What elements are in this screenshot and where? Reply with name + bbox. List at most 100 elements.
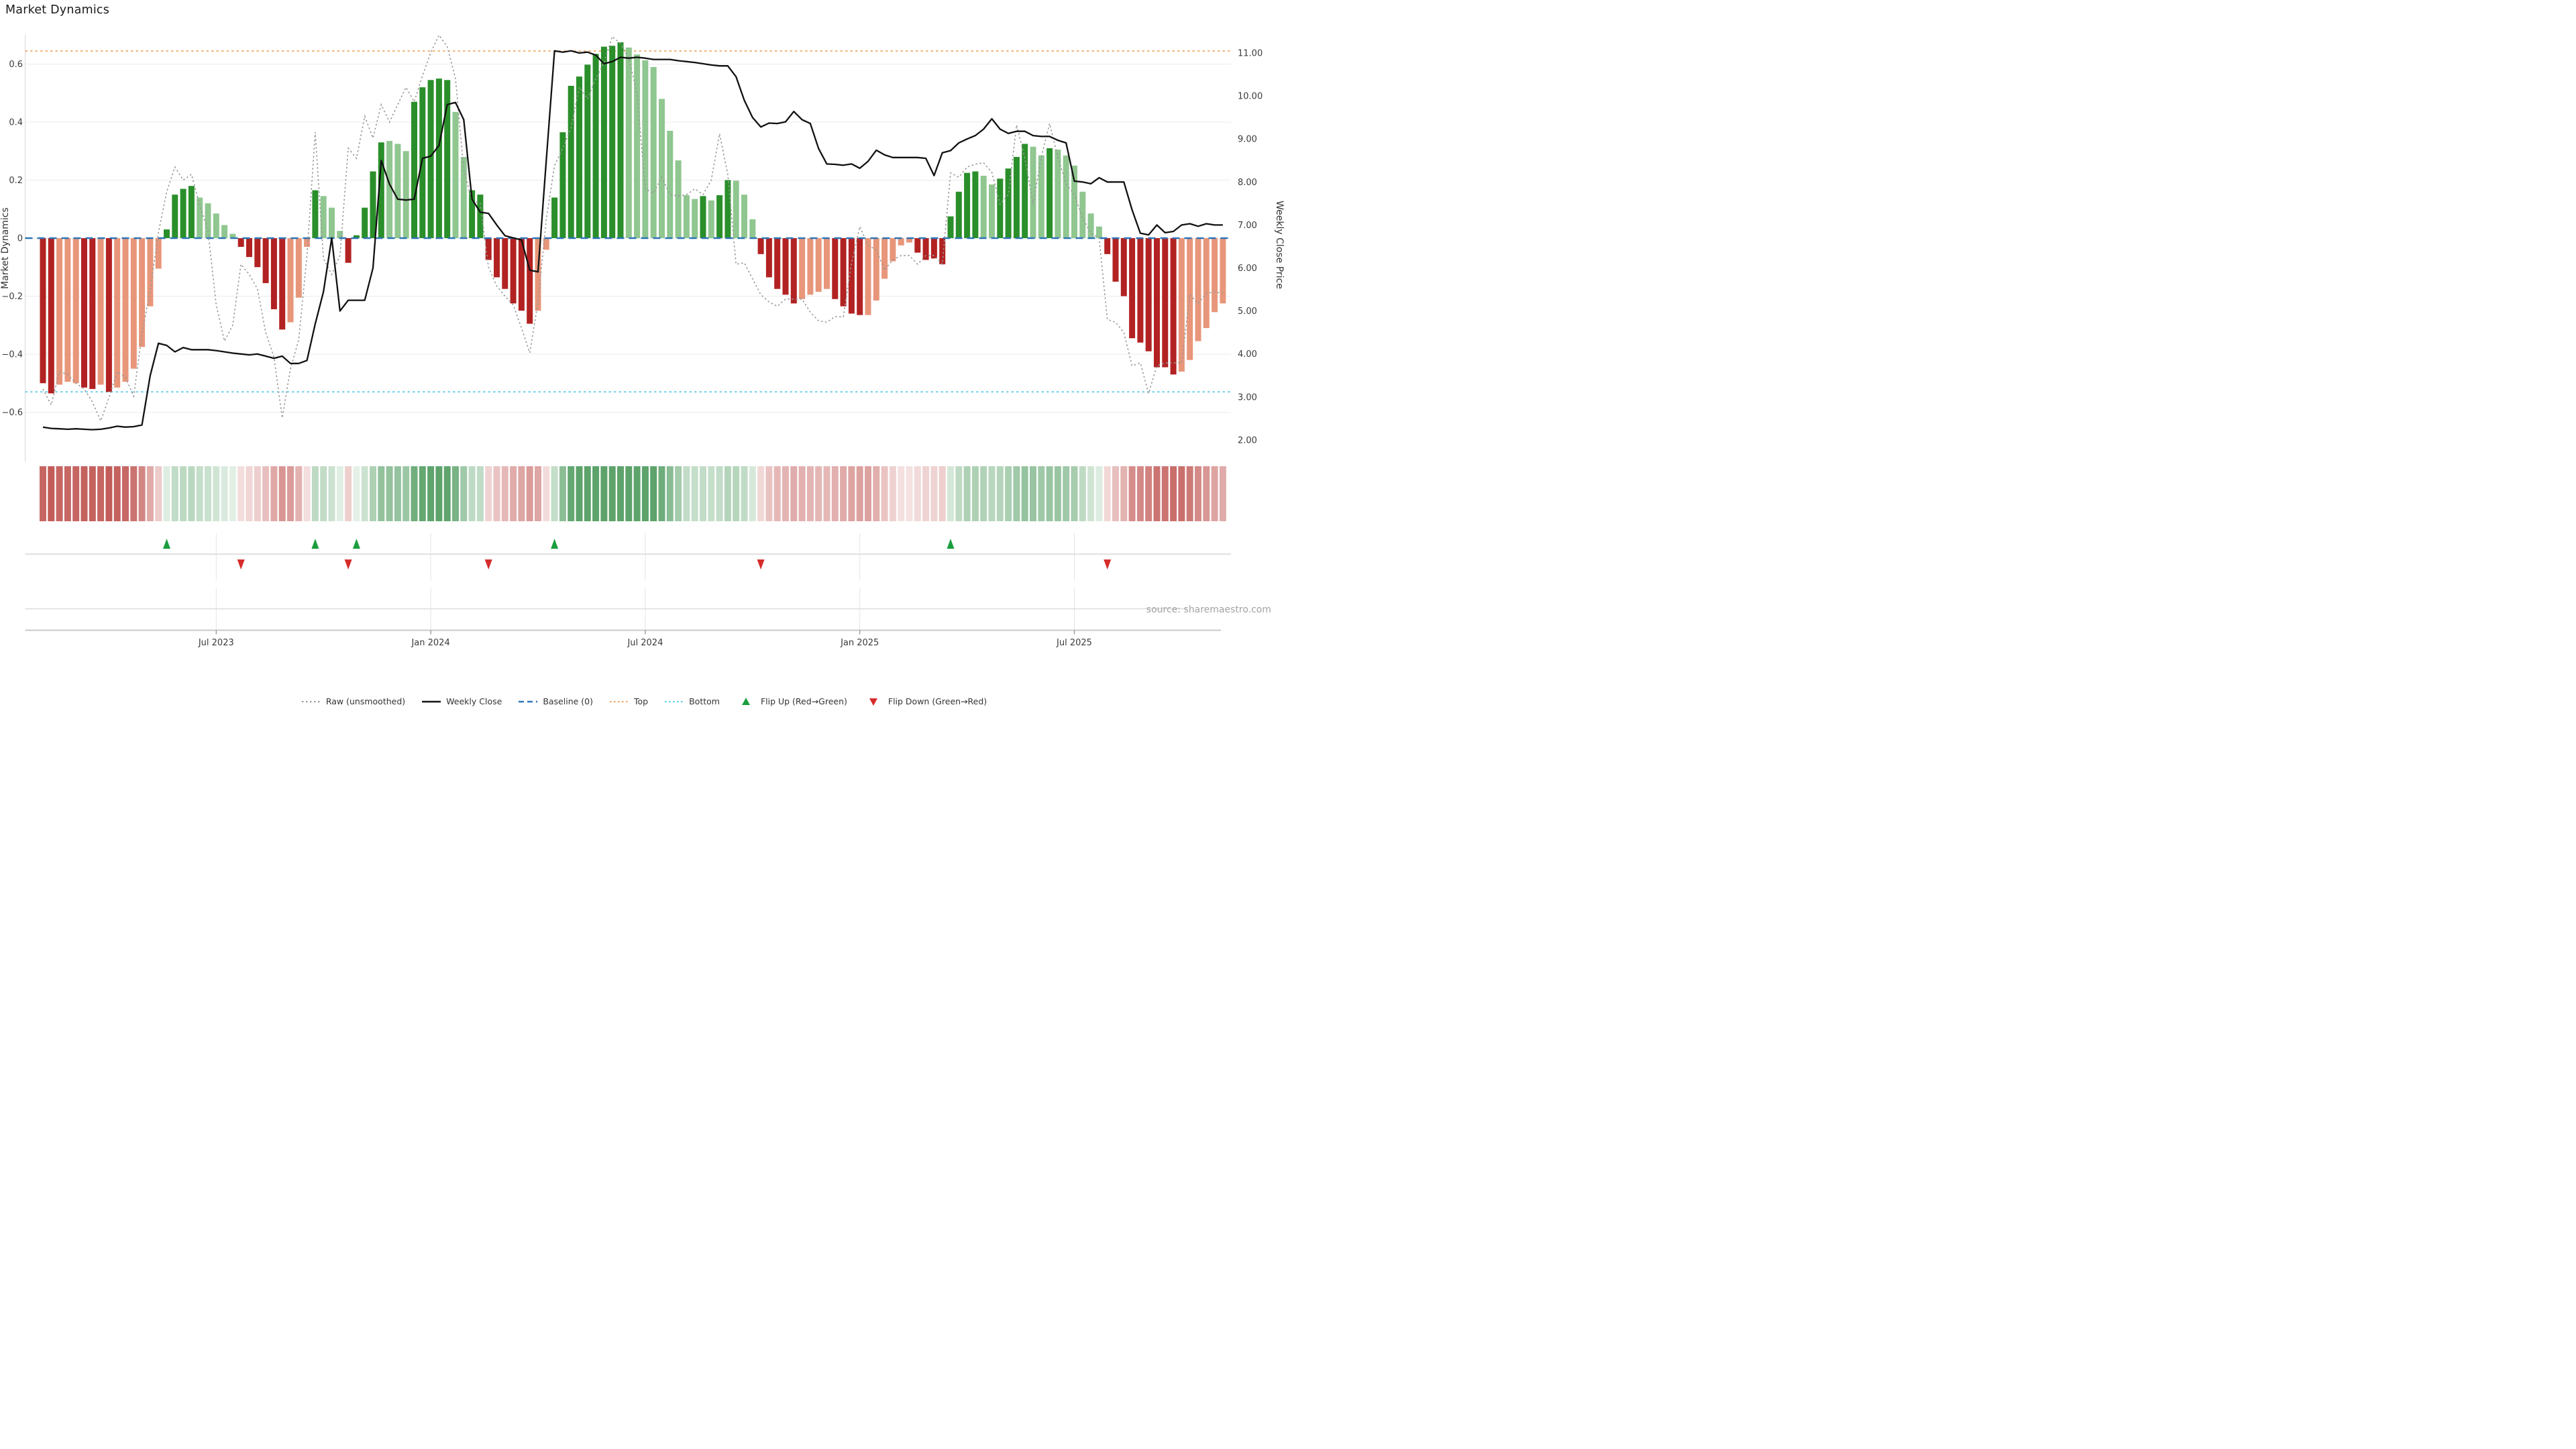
dynamics-bar: [1079, 192, 1085, 238]
dynamics-bar: [1104, 238, 1110, 254]
dynamics-bar: [593, 54, 599, 238]
heatmap-cell: [229, 466, 236, 521]
dynamics-bar: [568, 86, 574, 238]
heatmap-cell: [1013, 466, 1020, 521]
legend-item: Top: [609, 696, 648, 706]
heatmap-cell: [155, 466, 162, 521]
heatmap-cell: [97, 466, 104, 521]
legend-item: Flip Up (Red→Green): [736, 696, 847, 706]
heatmap-cell: [922, 466, 929, 521]
dynamics-bar: [1014, 157, 1020, 238]
heatmap-cell: [312, 466, 319, 521]
y-left-tick-label: −0.4: [1, 350, 23, 360]
dynamics-bar: [1129, 238, 1135, 338]
y-right-tick-label: 6.00: [1238, 264, 1257, 274]
dynamics-bar: [527, 238, 533, 324]
heatmap-cell: [749, 466, 756, 521]
heatmap-cell: [708, 466, 714, 521]
heatmap-cell: [914, 466, 921, 521]
dynamics-bar: [733, 180, 739, 238]
heatmap-cell: [56, 466, 63, 521]
heatmap-cell: [617, 466, 624, 521]
dynamics-bar: [221, 225, 227, 238]
dynamics-bar: [139, 238, 145, 347]
market-dynamics-chart: 0.60.40.20−0.2−0.4−0.611.0010.009.008.00…: [0, 0, 1288, 724]
dynamics-bar: [312, 191, 318, 238]
dynamics-bar: [783, 238, 789, 294]
heatmap-cell: [254, 466, 261, 521]
flip-up-icon: [353, 539, 360, 549]
heatmap-cell: [782, 466, 789, 521]
heatmap-cell: [609, 466, 616, 521]
dynamics-bar: [964, 173, 970, 238]
heatmap-cell: [1178, 466, 1185, 521]
heatmap-cell: [353, 466, 360, 521]
heatmap-cell: [568, 466, 574, 521]
dynamics-bar: [749, 219, 755, 238]
dynamics-bar: [1096, 227, 1102, 238]
dynamics-bar: [724, 180, 731, 239]
heatmap-cell: [469, 466, 476, 521]
heatmap-cell: [1030, 466, 1036, 521]
y-right-tick-label: 3.00: [1238, 392, 1257, 402]
dynamics-bar: [584, 64, 590, 238]
heatmap-cell: [815, 466, 822, 521]
heatmap-cell: [716, 466, 723, 521]
heatmap-cell: [444, 466, 451, 521]
dynamics-bar: [64, 238, 70, 382]
heatmap-cell: [72, 466, 79, 521]
heatmap-cell: [89, 466, 96, 521]
heatmap-cell: [964, 466, 971, 521]
flip-down-icon: [237, 559, 245, 570]
x-tick-label: Jan 2025: [840, 638, 879, 648]
dynamics-bar: [700, 196, 706, 238]
legend-item-label: Weekly Close: [446, 696, 502, 706]
dynamics-bar: [189, 186, 195, 238]
heatmap-cell: [972, 466, 979, 521]
dynamics-bar: [948, 217, 954, 238]
heatmap-cell: [362, 466, 368, 521]
dynamics-bar: [419, 87, 425, 238]
dynamics-bar: [1203, 238, 1210, 328]
dynamics-bar: [73, 238, 79, 383]
dynamics-bar: [651, 67, 657, 238]
dynamics-bar: [1063, 156, 1069, 238]
y-left-axis-title: Market Dynamics: [0, 207, 11, 289]
heatmap-cell: [386, 466, 393, 521]
heatmap-cell: [1154, 466, 1161, 521]
heatmap-cell: [1120, 466, 1127, 521]
raw-line: [43, 35, 1223, 421]
dynamics-bar: [559, 132, 566, 238]
heatmap-cell: [1212, 466, 1218, 521]
heatmap-cell: [237, 466, 244, 521]
x-tick-label: Jul 2024: [627, 638, 663, 648]
y-right-tick-label: 2.00: [1238, 435, 1257, 445]
heatmap-cell: [584, 466, 591, 521]
heatmap-cell: [1112, 466, 1119, 521]
dynamics-bar: [618, 42, 624, 238]
heatmap-cell: [774, 466, 781, 521]
legend-line-icon: [664, 697, 684, 706]
legend-line-icon: [609, 697, 629, 706]
triangle-down-icon: [863, 697, 883, 706]
heatmap-cell: [757, 466, 764, 521]
dynamics-bar: [676, 160, 682, 238]
legend: Raw (unsmoothed)Weekly CloseBaseline (0)…: [0, 696, 1288, 706]
y-left-tick-label: 0.4: [9, 118, 23, 128]
heatmap-cell: [898, 466, 904, 521]
dynamics-bar: [436, 78, 442, 238]
source-note: source: sharemaestro.com: [1146, 604, 1271, 615]
dynamics-bar: [98, 238, 104, 384]
legend-item: Flip Down (Green→Red): [863, 696, 987, 706]
y-left-tick-label: 0: [17, 234, 23, 244]
y-right-tick-label: 11.00: [1238, 49, 1263, 59]
heatmap-cell: [64, 466, 71, 521]
heatmap-cell: [502, 466, 508, 521]
dynamics-bar: [453, 112, 459, 238]
heatmap-cell: [650, 466, 657, 521]
heatmap-cell: [147, 466, 154, 521]
heatmap-cell: [1071, 466, 1078, 521]
heatmap-cell: [1220, 466, 1226, 521]
heatmap-cell: [1104, 466, 1111, 521]
dynamics-bar: [898, 238, 904, 246]
